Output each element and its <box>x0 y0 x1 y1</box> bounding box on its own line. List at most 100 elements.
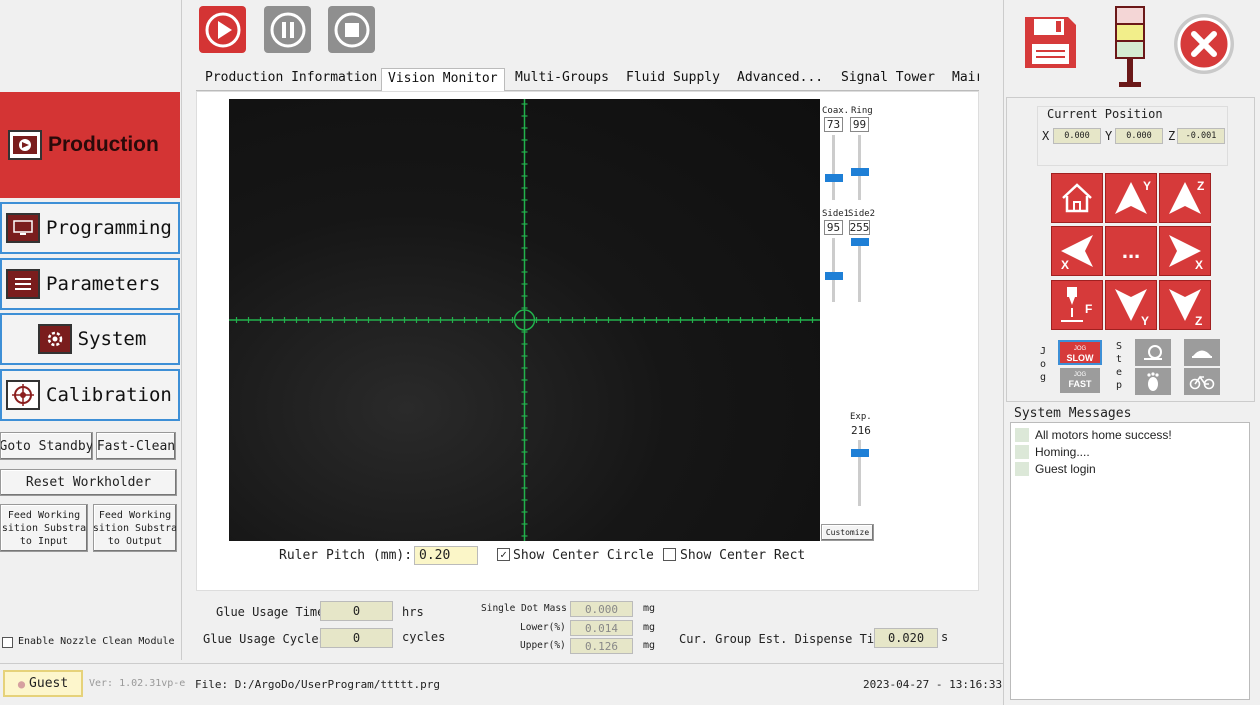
nav-programming-label: Programming <box>46 217 172 239</box>
nav-parameters[interactable]: Parameters <box>0 258 180 310</box>
x-plus-button[interactable]: X <box>1159 226 1211 276</box>
message-status-icon <box>1015 444 1029 459</box>
side1-value[interactable]: 95 <box>824 220 843 235</box>
glue-usage-cycles-unit: cycles <box>402 630 446 644</box>
tab-main[interactable]: Mair <box>946 68 979 90</box>
jog-slow-button[interactable]: JOG SLOW <box>1058 340 1102 365</box>
step-label: S t e p <box>1116 341 1123 391</box>
jog-fast-button[interactable]: JOG FAST <box>1060 368 1100 393</box>
pause-icon <box>270 12 305 47</box>
enable-nozzle-checkbox[interactable] <box>2 637 13 648</box>
gear-icon <box>37 324 72 354</box>
nav-system[interactable]: System <box>0 313 180 365</box>
tab-fluid-supply[interactable]: Fluid Supply <box>620 68 726 90</box>
est-dispense-time-label: Cur. Group Est. Dispense Time: <box>679 632 896 646</box>
nozzle-icon: F <box>1061 287 1092 322</box>
ring-label: Ring <box>851 106 873 116</box>
feed-output-line-2: sition Substra <box>93 522 177 534</box>
y-plus-axis-text: Y <box>1143 179 1151 193</box>
upper-unit: mg <box>643 640 656 651</box>
ring-slider-thumb[interactable] <box>851 168 869 176</box>
pos-z-label: Z <box>1168 129 1176 143</box>
play-button[interactable] <box>199 6 246 53</box>
monitor-icon <box>6 213 40 243</box>
exp-slider-thumb[interactable] <box>851 449 869 457</box>
exp-label: Exp. <box>850 412 872 422</box>
tab-multi-groups[interactable]: Multi-Groups <box>509 68 615 90</box>
glue-usage-time-unit: hrs <box>402 605 424 619</box>
jog-slow-text: SLOW <box>1066 353 1094 363</box>
tab-production-information[interactable]: Production Information <box>199 68 383 90</box>
arrow-right-icon: X <box>1169 235 1203 272</box>
step-foot-button[interactable] <box>1135 368 1171 395</box>
user-icon: ● <box>17 676 26 691</box>
fast-clean-button[interactable]: Fast-Clean <box>96 432 176 460</box>
more-button[interactable]: ... <box>1105 226 1157 276</box>
step-snail-button[interactable] <box>1135 339 1171 366</box>
nav-calibration-label: Calibration <box>46 384 172 406</box>
save-button[interactable] <box>1022 14 1079 71</box>
snail-icon <box>1144 344 1162 360</box>
single-dot-mass-unit: mg <box>643 603 656 614</box>
dispense-button[interactable]: F <box>1051 280 1103 330</box>
coax-slider-thumb[interactable] <box>825 174 843 182</box>
feed-to-output-button[interactable]: Feed Working sition Substra to Output <box>93 504 177 552</box>
glue-usage-cycles-label: Glue Usage Cycles: <box>203 632 334 646</box>
step-turtle-button[interactable] <box>1184 339 1220 366</box>
nav-programming[interactable]: Programming <box>0 202 180 254</box>
jog-fast-text: FAST <box>1068 379 1092 389</box>
z-up-axis-text: Z <box>1197 179 1204 193</box>
feed-input-line-3: to Input <box>19 535 69 547</box>
tab-advanced[interactable]: Advanced... <box>731 68 829 90</box>
x-minus-button[interactable]: X <box>1051 226 1103 276</box>
crosshair-overlay <box>229 99 820 541</box>
show-center-rect-checkbox[interactable] <box>663 548 676 561</box>
pause-button[interactable] <box>264 6 311 53</box>
user-badge[interactable]: ● Guest <box>3 670 83 697</box>
current-position-title: Current Position <box>1045 107 1165 121</box>
y-minus-button[interactable]: Y <box>1105 280 1157 330</box>
feed-to-input-button[interactable]: Feed Working sition Substra to Input <box>0 504 88 552</box>
show-center-circle-checkbox[interactable]: ✓ <box>497 548 510 561</box>
coax-label: Coax. <box>822 106 850 116</box>
step-bike-button[interactable] <box>1184 368 1220 395</box>
message-item: Guest login <box>1011 460 1249 477</box>
stop-button[interactable] <box>328 6 375 53</box>
system-messages-list: All motors home success! Homing.... Gues… <box>1010 422 1250 700</box>
nav-calibration[interactable]: Calibration <box>0 369 180 421</box>
lower-value: 0.014 <box>570 620 633 636</box>
message-item: All motors home success! <box>1011 426 1249 443</box>
tab-vision-monitor[interactable]: Vision Monitor <box>381 68 505 91</box>
tab-signal-tower[interactable]: Signal Tower <box>835 68 941 90</box>
enable-nozzle-label: Enable Nozzle Clean Module <box>18 636 175 647</box>
x-plus-axis-text: X <box>1195 258 1203 272</box>
feed-input-line-2: sition Substra <box>1 522 87 534</box>
pos-z-value: -0.001 <box>1177 128 1225 144</box>
ruler-pitch-input[interactable]: 0.20 <box>414 546 478 565</box>
close-button[interactable] <box>1172 12 1236 76</box>
home-button[interactable] <box>1051 173 1103 223</box>
y-plus-button[interactable]: Y <box>1105 173 1157 223</box>
reset-workholder-button[interactable]: Reset Workholder <box>0 469 177 496</box>
est-dispense-time-value: 0.020 <box>874 628 938 648</box>
coax-slider-track <box>832 135 835 200</box>
footprint-icon <box>1147 371 1159 391</box>
customize-button[interactable]: Customize <box>821 524 874 541</box>
message-text: Homing.... <box>1035 444 1090 459</box>
z-up-button[interactable]: Z <box>1159 173 1211 223</box>
ring-value[interactable]: 99 <box>850 117 869 132</box>
production-icon <box>8 130 42 160</box>
ruler-pitch-label: Ruler Pitch (mm): <box>279 548 413 563</box>
system-messages-title: System Messages <box>1014 406 1132 421</box>
side2-slider-thumb[interactable] <box>851 238 869 246</box>
side2-value[interactable]: 255 <box>849 220 870 235</box>
nav-production[interactable]: Production <box>0 92 180 198</box>
z-down-button[interactable]: Z <box>1159 280 1211 330</box>
side1-slider-thumb[interactable] <box>825 272 843 280</box>
side2-label: Side2 <box>848 209 876 219</box>
upper-label: Upper(%) <box>520 640 566 651</box>
coax-value[interactable]: 73 <box>824 117 843 132</box>
exp-value: 216 <box>851 424 871 437</box>
camera-view[interactable] <box>229 99 820 541</box>
goto-standby-button[interactable]: Goto Standby <box>0 432 93 460</box>
